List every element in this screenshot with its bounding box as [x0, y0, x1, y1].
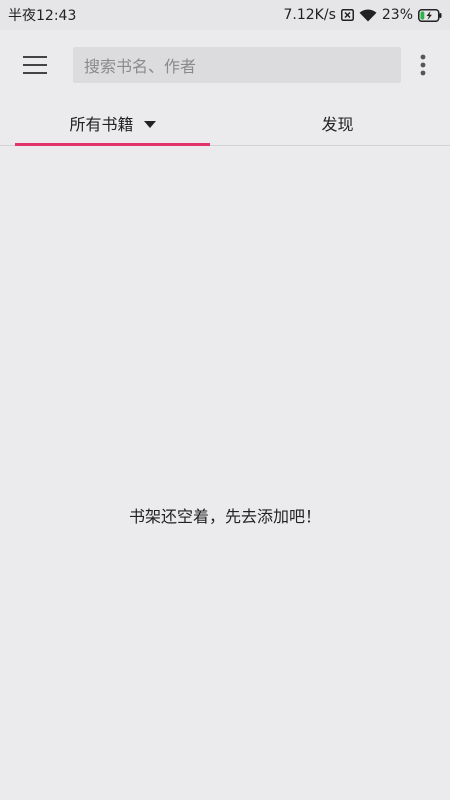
network-speed: 7.12K/s: [283, 7, 336, 23]
toolbar: 搜索书名、作者: [0, 30, 450, 100]
tab-discover[interactable]: 发现: [240, 100, 435, 145]
status-left: 半夜12:43: [8, 5, 76, 25]
empty-bookshelf-message: 书架还空着，先去添加吧！: [128, 507, 321, 526]
caret-down-icon: [143, 113, 156, 132]
hamburger-menu-icon[interactable]: [14, 47, 56, 83]
tab-all-books[interactable]: 所有书籍: [15, 100, 210, 145]
tab-discover-label: 发现: [321, 114, 354, 134]
wifi-icon: [359, 8, 377, 22]
status-right: 7.12K/s 23%: [284, 7, 443, 23]
status-bar: 半夜12:43 7.12K/s 23%: [0, 0, 450, 30]
tab-bar: 所有书籍 发现: [0, 100, 450, 146]
status-time: 半夜12:43: [8, 8, 77, 24]
sim-missing-icon: [340, 9, 354, 21]
battery-percent: 23%: [381, 7, 413, 23]
tab-selected-indicator: [15, 143, 210, 146]
battery-charging-icon: [418, 8, 442, 22]
search-placeholder: 搜索书名、作者: [84, 57, 197, 76]
more-vertical-icon[interactable]: [410, 47, 436, 83]
search-input[interactable]: 搜索书名、作者: [73, 47, 401, 83]
tab-all-books-label: 所有书籍: [69, 114, 134, 134]
